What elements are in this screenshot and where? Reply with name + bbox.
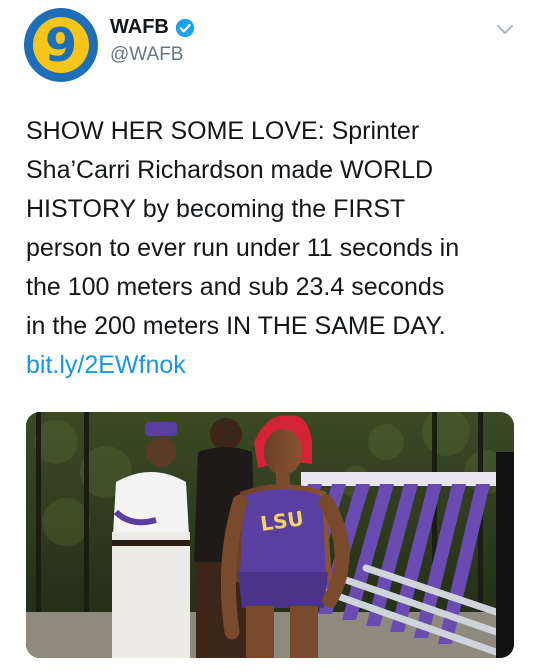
tweet-media-photo[interactable]: LSU [26,412,514,658]
handle[interactable]: @WAFB [110,44,183,66]
tweet-text: SHOW HER SOME LOVE: Sprinter Sha’Carri R… [26,112,526,385]
tweet-line: HISTORY by becoming the FIRST [26,195,406,223]
tweet-line: SHOW HER SOME LOVE: Sprinter [26,117,420,145]
avatar[interactable]: 9 [24,8,98,82]
name-row: WAFB [110,16,195,39]
verified-badge-icon [175,18,195,37]
tweet-line: in the 200 meters IN THE SAME DAY. [26,312,446,340]
sprinter-photo: LSU [26,412,514,658]
avatar-logo-ring: 9 [33,17,89,73]
avatar-logo-number: 9 [44,18,77,72]
tweet-card: 9 WAFB @WAFB SHOW HER SOME LOVE: Sprinte… [0,0,540,672]
tweet-line: the 100 meters and sub 23.4 seconds [26,273,445,301]
display-name[interactable]: WAFB [110,16,169,39]
partial-figure [496,452,514,658]
chevron-down-icon[interactable] [496,24,514,36]
tweet-line: person to ever run under 11 seconds in [26,234,460,262]
tweet-link[interactable]: bit.ly/2EWfnok [26,346,526,385]
tweet-line: Sha’Carri Richardson made WORLD [26,156,434,184]
